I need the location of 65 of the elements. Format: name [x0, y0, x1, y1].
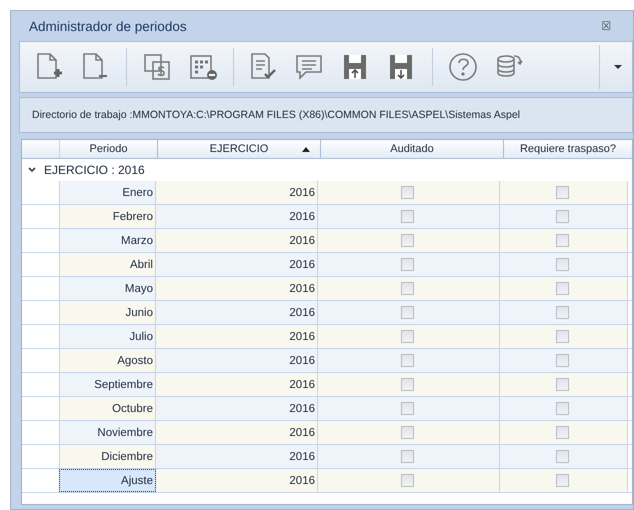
checkbox[interactable]: [401, 402, 414, 415]
table-cell[interactable]: Julio: [59, 325, 156, 348]
checkbox[interactable]: [556, 282, 569, 295]
table-cell: 2016: [156, 253, 318, 276]
table-cell[interactable]: Ajuste: [59, 469, 156, 492]
table-cell[interactable]: Enero: [59, 181, 156, 204]
checkbox[interactable]: [401, 474, 414, 487]
calendar-money-icon[interactable]: [141, 51, 173, 83]
checkbox[interactable]: [556, 402, 569, 415]
table-cell[interactable]: Marzo: [59, 229, 156, 252]
checkbox[interactable]: [556, 354, 569, 367]
table-cell[interactable]: Diciembre: [59, 445, 156, 468]
chevron-down-icon[interactable]: [28, 167, 36, 173]
group-label: EJERCICIO : 2016: [44, 163, 145, 177]
checkbox[interactable]: [401, 258, 414, 271]
caret-icon[interactable]: [614, 65, 622, 69]
table-cell[interactable]: Septiembre: [59, 373, 156, 396]
table-cell[interactable]: Mayo: [59, 277, 156, 300]
table-cell[interactable]: Octubre: [59, 397, 156, 420]
table-cell: 2016: [156, 325, 318, 348]
checkbox[interactable]: [401, 186, 414, 199]
checkbox[interactable]: [401, 378, 414, 391]
checkbox[interactable]: [556, 306, 569, 319]
checkbox[interactable]: [556, 234, 569, 247]
table-cell: 2016: [156, 349, 318, 372]
checkbox[interactable]: [401, 306, 414, 319]
column-header[interactable]: Auditado: [321, 140, 504, 158]
checkbox[interactable]: [556, 426, 569, 439]
column-header[interactable]: Requiere traspaso?: [504, 140, 632, 158]
checkbox[interactable]: [556, 258, 569, 271]
checkbox[interactable]: [401, 210, 414, 223]
table-cell: 2016: [156, 229, 318, 252]
checkbox[interactable]: [401, 234, 414, 247]
table-cell: 2016: [156, 445, 318, 468]
window-title: Administrador de periodos: [29, 18, 188, 34]
checkbox[interactable]: [556, 210, 569, 223]
checkbox[interactable]: [401, 354, 414, 367]
table-cell: 2016: [156, 205, 318, 228]
checkbox[interactable]: [401, 450, 414, 463]
table-cell[interactable]: Febrero: [59, 205, 156, 228]
column-header[interactable]: EJERCICIO: [158, 140, 321, 158]
table-cell: 2016: [156, 181, 318, 204]
table-cell[interactable]: Agosto: [59, 349, 156, 372]
table-cell: 2016: [156, 301, 318, 324]
column-header[interactable]: Periodo: [59, 140, 158, 158]
checkbox[interactable]: [556, 450, 569, 463]
checkbox[interactable]: [556, 330, 569, 343]
table-cell: 2016: [156, 277, 318, 300]
table-cell: 2016: [156, 373, 318, 396]
table-cell[interactable]: Abril: [59, 253, 156, 276]
checkbox[interactable]: [401, 426, 414, 439]
table-cell[interactable]: Noviembre: [59, 421, 156, 444]
sort-ascending-icon: [302, 147, 310, 152]
table-cell: 2016: [156, 421, 318, 444]
checkbox[interactable]: [401, 330, 414, 343]
table-cell[interactable]: Junio: [59, 301, 156, 324]
close-button[interactable]: ☒: [601, 19, 611, 33]
checkbox[interactable]: [556, 378, 569, 391]
checkbox[interactable]: [556, 186, 569, 199]
working-directory-label: Directorio de trabajo :MMONTOYA:C:\PROGRAM FILES (X86)\COMMON FILES\ASPEL\Sistemas Aspel: [19, 97, 633, 133]
checkbox[interactable]: [556, 474, 569, 487]
table-cell: 2016: [156, 469, 318, 492]
checkbox[interactable]: [401, 282, 414, 295]
help-icon[interactable]: [447, 51, 479, 83]
table-cell: 2016: [156, 397, 318, 420]
